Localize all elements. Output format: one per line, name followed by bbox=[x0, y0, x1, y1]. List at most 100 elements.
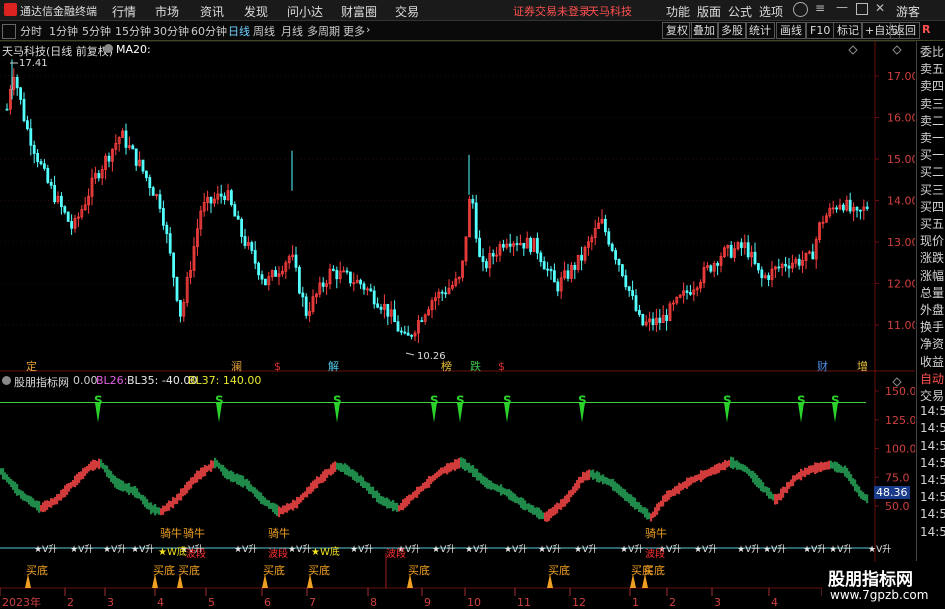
oscillator-segment bbox=[426, 479, 429, 489]
candlestick bbox=[583, 245, 587, 264]
oscillator-segment bbox=[782, 486, 785, 498]
menu-market-quotes[interactable]: 行情 bbox=[112, 3, 136, 20]
oscillator-segment bbox=[414, 490, 417, 498]
overlay-button[interactable]: 叠加 bbox=[689, 22, 719, 39]
oscillator-segment bbox=[288, 503, 291, 511]
oscillator-segment bbox=[348, 466, 351, 477]
period-multi[interactable]: 多周期 bbox=[307, 23, 340, 39]
menu-layout[interactable]: 版面 bbox=[697, 3, 721, 20]
x-tick-label: 6 bbox=[264, 596, 271, 609]
user-icon[interactable] bbox=[793, 2, 808, 17]
candlestick bbox=[393, 300, 397, 323]
candle-body bbox=[36, 153, 39, 163]
menu-options[interactable]: 选项 bbox=[759, 3, 783, 20]
period-daily[interactable]: 日线 bbox=[228, 23, 250, 39]
candlestick bbox=[610, 242, 614, 253]
sell-signal: S bbox=[430, 394, 439, 423]
oscillator-segment bbox=[168, 500, 171, 511]
period-monthly[interactable]: 月线 bbox=[281, 23, 303, 39]
sell-signal: S bbox=[831, 394, 840, 423]
candlestick bbox=[835, 205, 838, 213]
guest-label[interactable]: 游客 bbox=[896, 3, 920, 20]
candlestick bbox=[257, 261, 261, 280]
app-title: 通达信金融终端 bbox=[20, 5, 97, 18]
menu-functions[interactable]: 功能 bbox=[666, 3, 690, 20]
oscillator-segment bbox=[750, 470, 753, 479]
candle-body bbox=[257, 262, 261, 276]
menu-icon[interactable]: ≡ bbox=[815, 1, 825, 15]
multi-stock-button[interactable]: 多股 bbox=[717, 22, 747, 39]
statistics-button[interactable]: 统计 bbox=[745, 22, 775, 39]
buy-bottom-label: 买底 bbox=[153, 563, 175, 577]
ma-settings-icon[interactable] bbox=[104, 44, 113, 53]
oscillator-segment bbox=[354, 471, 357, 482]
v-rise-marker: ★V升 bbox=[465, 544, 488, 555]
candlestick bbox=[280, 265, 284, 277]
oscillator-segment bbox=[274, 503, 277, 515]
x-tick-label: 12 bbox=[572, 596, 586, 609]
candlestick bbox=[410, 334, 414, 340]
chevron-right-icon[interactable]: › bbox=[366, 23, 370, 36]
oscillator-segment bbox=[422, 483, 425, 492]
oscillator-segment bbox=[406, 496, 409, 507]
candle-body bbox=[729, 244, 733, 258]
menu-wealth-circle[interactable]: 财富圈 bbox=[341, 3, 377, 20]
menu-ask-xiaoda[interactable]: 问小达 bbox=[287, 3, 323, 20]
menu-formula[interactable]: 公式 bbox=[728, 3, 752, 20]
period-30min[interactable]: 30分钟 bbox=[153, 23, 189, 39]
candle-body bbox=[842, 204, 845, 211]
period-more[interactable]: 更多 bbox=[343, 23, 365, 39]
f10-button[interactable]: F10 bbox=[806, 22, 835, 39]
candlestick bbox=[525, 231, 529, 249]
v-rise-marker: ★V升 bbox=[288, 544, 311, 555]
period-5min[interactable]: 5分钟 bbox=[82, 23, 111, 39]
candlestick bbox=[553, 263, 556, 283]
candlestick bbox=[416, 315, 420, 343]
menu-market[interactable]: 市场 bbox=[155, 3, 179, 20]
sell-signal-label: S bbox=[333, 394, 342, 408]
back-button[interactable]: 返回 bbox=[890, 22, 920, 39]
kline-chart[interactable]: S S S S S S S S S S★V升 ★V升 ★V升 ★V升 ★V升 ★V升 ★V升 ★V升 ★V升 ★V升… bbox=[0, 41, 915, 609]
maximize-icon[interactable] bbox=[856, 3, 868, 15]
period-intraday[interactable]: 分时 bbox=[20, 23, 42, 39]
candlestick bbox=[209, 196, 213, 214]
panel-toggle-icon[interactable] bbox=[2, 24, 16, 39]
period-1min[interactable]: 1分钟 bbox=[49, 23, 78, 39]
oscillator-segment bbox=[124, 483, 127, 491]
candlestick bbox=[593, 219, 597, 246]
oscillator-segment bbox=[176, 494, 179, 505]
stock-banner[interactable]: 天马科技 bbox=[588, 3, 632, 19]
minimize-icon[interactable]: — bbox=[836, 0, 848, 14]
candlestick bbox=[461, 260, 465, 282]
v-rise-marker: ★V升 bbox=[234, 544, 257, 555]
adjust-button[interactable]: 复权 bbox=[662, 22, 692, 39]
oscillator-segment bbox=[664, 494, 667, 503]
candlestick bbox=[22, 92, 26, 123]
period-60min[interactable]: 60分钟 bbox=[191, 23, 227, 39]
period-weekly[interactable]: 周线 bbox=[253, 23, 275, 39]
side-panel-label: 14:56 bbox=[920, 421, 945, 436]
candle-body bbox=[151, 187, 155, 196]
menu-trade[interactable]: 交易 bbox=[395, 3, 419, 20]
indicator-settings-icon[interactable] bbox=[2, 376, 11, 385]
candlestick bbox=[559, 271, 563, 299]
oscillator-segment bbox=[82, 468, 85, 479]
oscillator-segment bbox=[94, 460, 97, 470]
mark-button[interactable]: 标记 bbox=[833, 22, 863, 39]
r-indicator-icon[interactable]: R bbox=[922, 23, 930, 36]
menu-discover[interactable]: 发现 bbox=[244, 3, 268, 20]
oscillator-segment bbox=[718, 462, 721, 473]
trade-login-notice[interactable]: 证券交易未登录 bbox=[513, 3, 590, 19]
menu-news[interactable]: 资讯 bbox=[200, 3, 224, 20]
draw-line-button[interactable]: 画线 bbox=[776, 22, 806, 39]
oscillator-segment bbox=[104, 464, 107, 473]
side-panel-label: 交易 bbox=[920, 389, 945, 403]
sell-signal: S bbox=[797, 394, 806, 423]
oscillator-segment bbox=[576, 480, 579, 491]
oscillator-segment bbox=[24, 493, 27, 502]
period-15min[interactable]: 15分钟 bbox=[115, 23, 151, 39]
oscillator-segment bbox=[482, 475, 485, 485]
candlestick bbox=[716, 261, 719, 276]
close-icon[interactable]: ✕ bbox=[875, 1, 885, 15]
oscillator-segment bbox=[210, 460, 213, 472]
